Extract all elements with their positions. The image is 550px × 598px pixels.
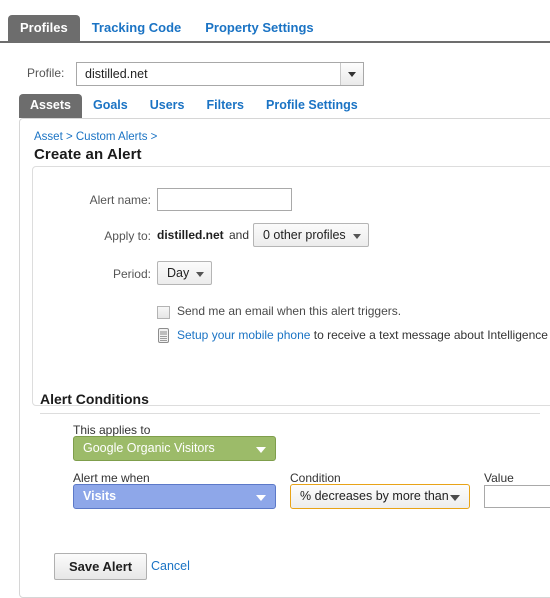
chevron-down-icon: [256, 495, 266, 501]
this-applies-to-select[interactable]: Google Organic Visitors: [73, 436, 276, 461]
save-alert-button[interactable]: Save Alert: [54, 553, 148, 580]
this-applies-to-value: Google Organic Visitors: [83, 441, 215, 455]
chevron-down-icon: [196, 272, 205, 277]
tab-tracking-code[interactable]: Tracking Code: [80, 15, 194, 42]
period-dropdown-value: Day: [167, 266, 190, 280]
alert-me-when-label: Alert me when: [73, 471, 150, 485]
section-divider: [40, 413, 540, 414]
cancel-link[interactable]: Cancel: [151, 559, 190, 573]
email-alert-checkbox-label: Send me an email when this alert trigger…: [177, 304, 402, 318]
setup-mobile-phone-link[interactable]: Setup your mobile phone: [177, 328, 310, 342]
chevron-down-icon: [256, 447, 266, 453]
property-tab-bar: Profiles Tracking Code Property Settings: [0, 14, 550, 43]
profile-tab-bar: Assets Goals Users Filters Profile Setti…: [19, 94, 550, 118]
tab-assets[interactable]: Assets: [19, 94, 82, 118]
period-label: Period:: [112, 267, 151, 281]
apply-to-conjunction: and: [229, 228, 250, 242]
breadcrumb[interactable]: Asset > Custom Alerts >: [34, 131, 157, 143]
apply-to-label: Apply to:: [104, 229, 151, 243]
alert-form-box: Alert name: Apply to: distilled.net and …: [32, 166, 550, 406]
other-profiles-dropdown[interactable]: 0 other profiles: [253, 223, 369, 247]
tab-profile-settings[interactable]: Profile Settings: [255, 94, 369, 118]
profile-select[interactable]: distilled.net: [76, 62, 364, 86]
apply-to-profile-name: distilled.net: [157, 228, 224, 242]
alert-name-input[interactable]: [157, 188, 292, 211]
tab-property-settings[interactable]: Property Settings: [193, 15, 325, 42]
tab-goals[interactable]: Goals: [82, 94, 139, 118]
profile-select-value: distilled.net: [85, 67, 148, 81]
page-title: Create an Alert: [34, 146, 142, 163]
profile-selector-row: Profile: distilled.net: [0, 60, 550, 90]
value-input[interactable]: [484, 485, 550, 508]
condition-value: % decreases by more than: [300, 489, 449, 503]
mobile-setup-rest-text: to receive a text message about Intellig…: [313, 328, 550, 342]
alert-me-when-select[interactable]: Visits: [73, 484, 276, 509]
alert-me-when-value: Visits: [83, 489, 117, 503]
condition-select[interactable]: % decreases by more than: [290, 484, 470, 509]
period-dropdown[interactable]: Day: [157, 261, 213, 285]
alert-conditions-heading: Alert Conditions: [40, 391, 149, 407]
property-tab-list: Profiles Tracking Code Property Settings: [8, 15, 326, 42]
mobile-phone-icon: [158, 328, 169, 343]
chevron-down-icon: [450, 495, 460, 501]
profile-selector-label: Profile:: [27, 66, 65, 80]
email-alert-checkbox[interactable]: [157, 306, 170, 319]
alert-name-label: Alert name:: [89, 193, 151, 207]
tab-users[interactable]: Users: [139, 94, 196, 118]
content-panel: Asset > Custom Alerts > Create an Alert …: [19, 118, 550, 598]
chevron-down-icon: [340, 63, 363, 85]
value-label: Value: [484, 471, 514, 485]
other-profiles-dropdown-label: 0 other profiles: [263, 228, 346, 242]
chevron-down-icon: [352, 234, 361, 239]
condition-label: Condition: [290, 471, 341, 485]
tab-filters[interactable]: Filters: [196, 94, 256, 118]
tab-profiles[interactable]: Profiles: [8, 15, 80, 42]
this-applies-to-label: This applies to: [73, 423, 151, 437]
mobile-setup-row: Setup your mobile phone to receive a tex…: [177, 328, 550, 342]
